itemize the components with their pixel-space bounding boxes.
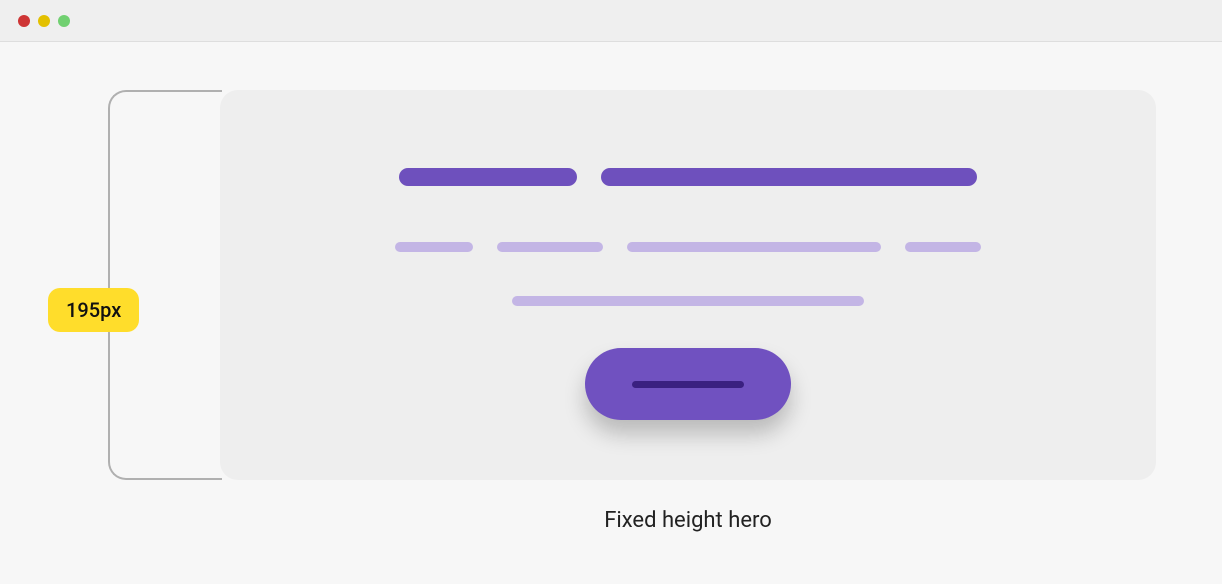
heading-placeholder-bar — [601, 168, 977, 186]
height-bracket — [108, 90, 222, 480]
diagram-caption: Fixed height hero — [220, 508, 1156, 533]
height-label-badge: 195px — [48, 288, 139, 332]
button-label-placeholder — [632, 381, 744, 388]
subtext-placeholder-bar — [512, 296, 864, 306]
diagram-area: 195px — [66, 90, 1156, 480]
subtext-placeholder-bar — [395, 242, 473, 252]
cta-button-placeholder[interactable] — [585, 348, 791, 420]
subtext-placeholder-bar — [627, 242, 881, 252]
minimize-icon[interactable] — [38, 15, 50, 27]
hero-card — [220, 90, 1156, 480]
subtext-placeholder-bar — [905, 242, 981, 252]
subtext-placeholder-row — [512, 296, 864, 306]
maximize-icon[interactable] — [58, 15, 70, 27]
close-icon[interactable] — [18, 15, 30, 27]
window-chrome — [0, 0, 1222, 42]
subtext-placeholder-bar — [497, 242, 603, 252]
heading-placeholder-row — [399, 168, 977, 186]
heading-placeholder-bar — [399, 168, 577, 186]
subtext-placeholder-row — [395, 242, 981, 252]
diagram-canvas: 195px Fixed he — [0, 42, 1222, 533]
